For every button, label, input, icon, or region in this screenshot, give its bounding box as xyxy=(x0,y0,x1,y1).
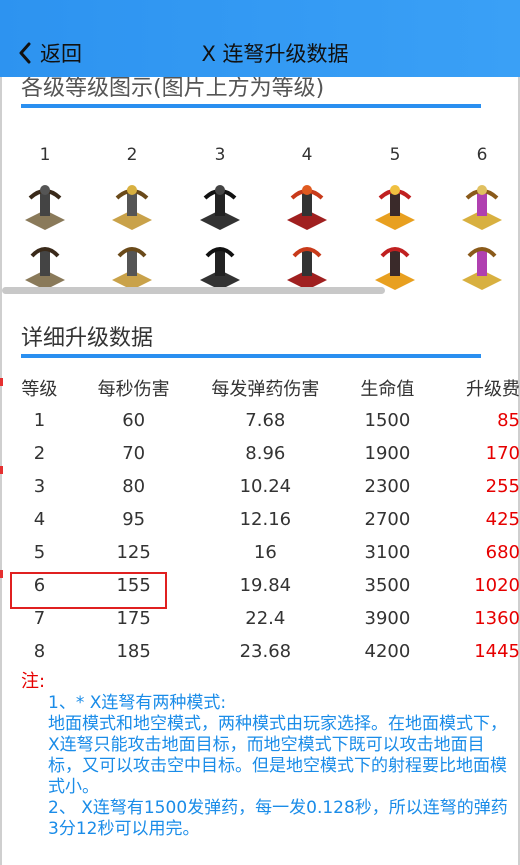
cell-level: 4 xyxy=(33,509,46,530)
cell-hp: 1900 xyxy=(364,443,411,464)
cell-hp: 4200 xyxy=(364,641,411,662)
xbow-level-2-air-icon xyxy=(112,247,152,290)
edge-marker xyxy=(0,378,3,386)
page-title: X 连弩升级数据 xyxy=(201,42,349,66)
column-header-upgrade-cost: 升级费 xyxy=(466,378,520,400)
xbow-image-row-ground xyxy=(0,180,520,240)
cell-cost: 1360 xyxy=(474,608,520,629)
xbow-level-5-icon xyxy=(375,185,415,230)
cell-hp: 1500 xyxy=(364,410,411,431)
cell-dps: 80 xyxy=(122,476,146,497)
header-bar: 返回 X 连弩升级数据 xyxy=(0,0,520,77)
level-number: 1 xyxy=(39,145,51,165)
cell-cost: 425 xyxy=(485,509,520,530)
cell-hp: 3500 xyxy=(364,575,411,596)
table-row: 3 80 10.24 2300 255 xyxy=(8,470,520,503)
cell-level: 1 xyxy=(33,410,46,431)
cell-cost: 255 xyxy=(485,476,520,497)
xbow-level-1-air-icon xyxy=(25,247,65,290)
cell-cost: 680 xyxy=(485,542,520,563)
column-header-hp: 生命值 xyxy=(360,378,415,400)
cell-damage: 10.24 xyxy=(239,476,292,497)
table-header-row: 等级 每秒伤害 每发弹药伤害 生命值 升级费 xyxy=(8,371,520,404)
level-number-row: 1 2 3 4 5 6 xyxy=(0,145,520,165)
column-header-level: 等级 xyxy=(21,378,58,400)
notes-text: 1、* X连弩有两种模式: 地面模式和地空模式，两种模式由玩家选择。在地面模式下… xyxy=(48,693,508,840)
cell-dps: 70 xyxy=(122,443,146,464)
cell-damage: 19.84 xyxy=(239,575,292,596)
column-header-dps: 每秒伤害 xyxy=(97,378,170,400)
cell-level: 2 xyxy=(33,443,46,464)
cell-damage: 16 xyxy=(253,542,277,563)
cell-dps: 60 xyxy=(122,410,146,431)
table-row: 2 70 8.96 1900 170 xyxy=(8,437,520,470)
cell-dps: 95 xyxy=(122,509,146,530)
cell-hp: 3100 xyxy=(364,542,411,563)
edge-marker xyxy=(0,570,3,578)
horizontal-scrollbar[interactable] xyxy=(2,287,385,294)
notes-label: 注: xyxy=(21,671,46,692)
cell-damage: 12.16 xyxy=(239,509,292,530)
cell-damage: 7.68 xyxy=(245,410,286,431)
cell-level: 3 xyxy=(33,476,46,497)
cell-level: 8 xyxy=(33,641,46,662)
cell-cost: 1445 xyxy=(474,641,520,662)
cell-cost: 85 xyxy=(497,410,520,431)
xbow-level-1-icon xyxy=(25,185,65,230)
level-number: 6 xyxy=(476,145,488,165)
cell-damage: 23.68 xyxy=(239,641,292,662)
section-title-upgrade-data: 详细升级数据 xyxy=(21,326,154,351)
cell-dps: 125 xyxy=(116,542,151,563)
cell-dps: 185 xyxy=(116,641,151,662)
xbow-level-2-icon xyxy=(112,185,152,230)
table-row: 5 125 16 3100 680 xyxy=(8,536,520,569)
edge-marker xyxy=(0,466,3,474)
cell-hp: 2300 xyxy=(364,476,411,497)
level-number: 3 xyxy=(214,145,226,165)
xbow-level-4-air-icon xyxy=(287,247,327,290)
table-row: 4 95 12.16 2700 425 xyxy=(8,503,520,536)
cell-damage: 22.4 xyxy=(245,608,286,629)
xbow-level-3-icon xyxy=(200,185,240,230)
cell-hp: 3900 xyxy=(364,608,411,629)
level-number: 4 xyxy=(301,145,313,165)
xbow-level-6-icon xyxy=(462,185,502,230)
cell-damage: 8.96 xyxy=(245,443,286,464)
note-line: 地面模式和地空模式，两种模式由玩家选择。在地面模式下，X连弩只能攻击地面目标，而… xyxy=(48,714,507,797)
highlight-box-level-6 xyxy=(10,572,167,609)
xbow-level-6-air-icon xyxy=(462,247,502,290)
column-header-damage-per-shot: 每发弹药伤害 xyxy=(211,378,320,400)
xbow-level-3-air-icon xyxy=(200,247,240,290)
level-number: 2 xyxy=(126,145,138,165)
cell-cost: 170 xyxy=(485,443,520,464)
cell-level: 5 xyxy=(33,542,46,563)
level-number: 5 xyxy=(389,145,401,165)
xbow-level-5-air-icon xyxy=(375,247,415,290)
section-divider xyxy=(21,104,481,108)
table-row: 1 60 7.68 1500 85 xyxy=(8,404,520,437)
note-line: 2、 X连弩有1500发弹药，每一发0.128秒，所以连弩的弹药3分12秒可以用… xyxy=(48,798,508,839)
note-line: 1、* X连弩有两种模式: xyxy=(48,693,227,713)
cell-cost: 1020 xyxy=(474,575,520,596)
xbow-level-4-icon xyxy=(287,185,327,230)
upgrade-data-table: 等级 每秒伤害 每发弹药伤害 生命值 升级费 1 60 7.68 1500 85… xyxy=(8,371,520,668)
section-divider xyxy=(21,354,481,358)
table-row: 8 185 23.68 4200 1445 xyxy=(8,635,520,668)
cell-hp: 2700 xyxy=(364,509,411,530)
